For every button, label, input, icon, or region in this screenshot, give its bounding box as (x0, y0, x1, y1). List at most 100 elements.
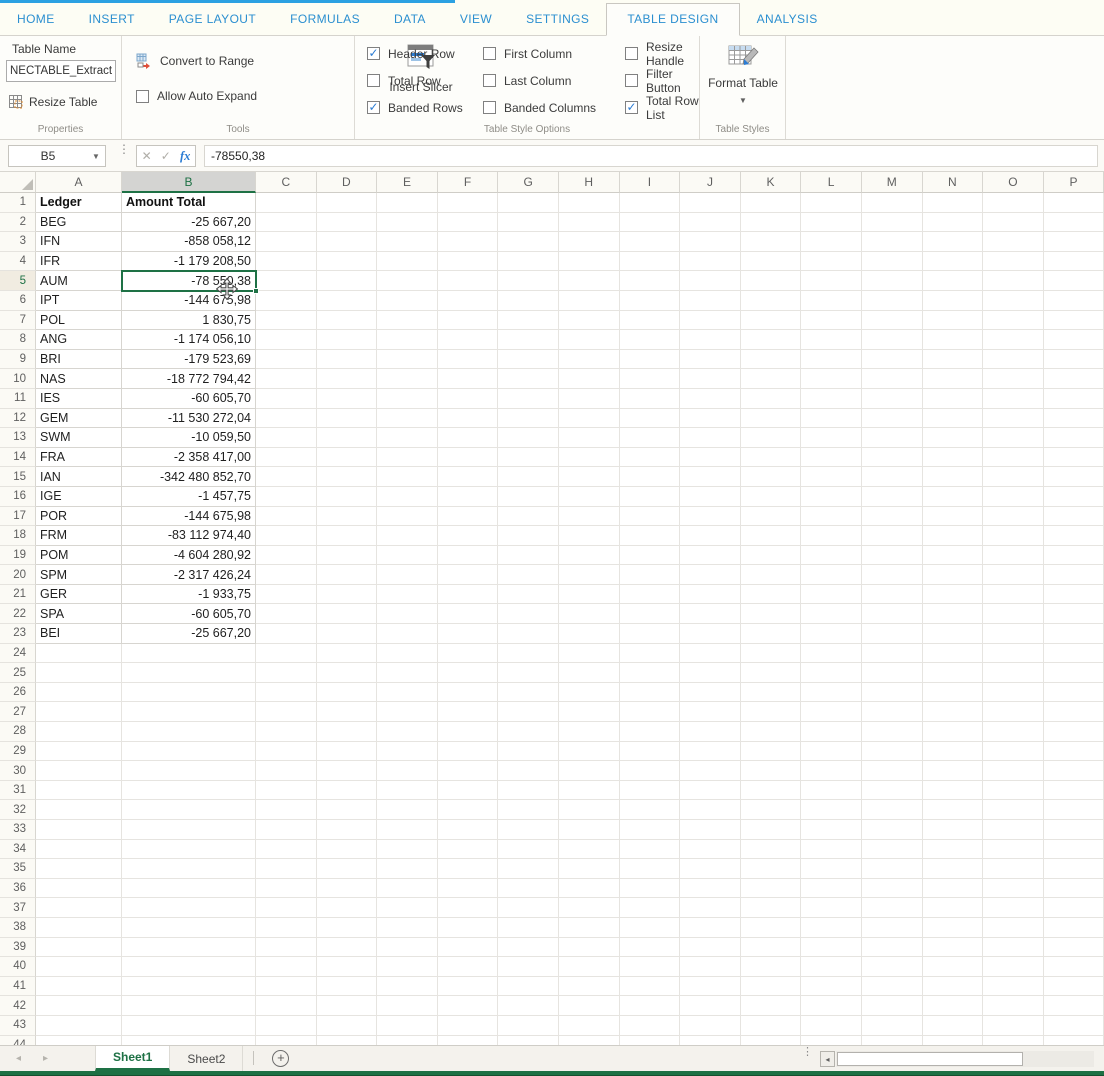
cell-I19[interactable] (620, 546, 681, 566)
cell-P7[interactable] (1044, 311, 1104, 331)
cell-C9[interactable] (256, 350, 317, 370)
cell-O14[interactable] (983, 448, 1044, 468)
cell-F43[interactable] (438, 1016, 499, 1036)
cell-I25[interactable] (620, 663, 681, 683)
cell-K25[interactable] (741, 663, 802, 683)
cell-B1[interactable]: Amount Total (122, 193, 256, 213)
cell-M14[interactable] (862, 448, 923, 468)
cell-O30[interactable] (983, 761, 1044, 781)
cell-I13[interactable] (620, 428, 681, 448)
cell-B37[interactable] (122, 898, 256, 918)
cell-I15[interactable] (620, 467, 681, 487)
cell-H27[interactable] (559, 702, 620, 722)
cell-D8[interactable] (317, 330, 378, 350)
cell-B19[interactable]: -4 604 280,92 (122, 546, 256, 566)
style-option-header-row[interactable]: Header Row (367, 47, 483, 61)
cell-E30[interactable] (377, 761, 438, 781)
style-option-filter-button[interactable]: Filter Button (625, 67, 699, 95)
cell-G13[interactable] (498, 428, 559, 448)
cell-H17[interactable] (559, 507, 620, 527)
cell-G10[interactable] (498, 369, 559, 389)
cell-L37[interactable] (801, 898, 862, 918)
cell-D21[interactable] (317, 585, 378, 605)
cell-G24[interactable] (498, 644, 559, 664)
cell-L9[interactable] (801, 350, 862, 370)
cell-O29[interactable] (983, 742, 1044, 762)
cell-D33[interactable] (317, 820, 378, 840)
cell-L14[interactable] (801, 448, 862, 468)
row-header-17[interactable]: 17 (0, 507, 36, 527)
cell-A39[interactable] (36, 938, 122, 958)
cell-P26[interactable] (1044, 683, 1104, 703)
cell-E2[interactable] (377, 213, 438, 233)
cell-O27[interactable] (983, 702, 1044, 722)
cell-F8[interactable] (438, 330, 499, 350)
cell-D17[interactable] (317, 507, 378, 527)
allow-auto-expand-checkbox[interactable] (136, 90, 149, 103)
cell-H29[interactable] (559, 742, 620, 762)
cell-B15[interactable]: -342 480 852,70 (122, 467, 256, 487)
row-header-34[interactable]: 34 (0, 840, 36, 860)
cell-A14[interactable]: FRA (36, 448, 122, 468)
row-header-41[interactable]: 41 (0, 977, 36, 997)
cell-J1[interactable] (680, 193, 741, 213)
cell-F24[interactable] (438, 644, 499, 664)
cell-C12[interactable] (256, 409, 317, 429)
cell-I23[interactable] (620, 624, 681, 644)
hscroll-left-icon[interactable]: ◂ (820, 1051, 835, 1067)
cell-E43[interactable] (377, 1016, 438, 1036)
cell-D11[interactable] (317, 389, 378, 409)
cell-K6[interactable] (741, 291, 802, 311)
cell-N15[interactable] (923, 467, 984, 487)
cell-E8[interactable] (377, 330, 438, 350)
cell-O10[interactable] (983, 369, 1044, 389)
cell-E6[interactable] (377, 291, 438, 311)
cell-O7[interactable] (983, 311, 1044, 331)
cell-F29[interactable] (438, 742, 499, 762)
cell-N9[interactable] (923, 350, 984, 370)
cell-A18[interactable]: FRM (36, 526, 122, 546)
cell-P6[interactable] (1044, 291, 1104, 311)
cell-M27[interactable] (862, 702, 923, 722)
cell-E13[interactable] (377, 428, 438, 448)
column-header-c[interactable]: C (256, 172, 317, 193)
cell-N10[interactable] (923, 369, 984, 389)
cell-A13[interactable]: SWM (36, 428, 122, 448)
ribbon-tab-table-design[interactable]: TABLE DESIGN (606, 3, 739, 36)
cell-H15[interactable] (559, 467, 620, 487)
cell-J11[interactable] (680, 389, 741, 409)
cell-I24[interactable] (620, 644, 681, 664)
cell-K20[interactable] (741, 565, 802, 585)
cell-P44[interactable] (1044, 1036, 1104, 1045)
cell-G11[interactable] (498, 389, 559, 409)
cell-L3[interactable] (801, 232, 862, 252)
cell-I44[interactable] (620, 1036, 681, 1045)
cell-G23[interactable] (498, 624, 559, 644)
cell-C36[interactable] (256, 879, 317, 899)
cell-P37[interactable] (1044, 898, 1104, 918)
cell-F2[interactable] (438, 213, 499, 233)
cell-L41[interactable] (801, 977, 862, 997)
cell-A41[interactable] (36, 977, 122, 997)
cell-L44[interactable] (801, 1036, 862, 1045)
row-header-22[interactable]: 22 (0, 604, 36, 624)
cell-C42[interactable] (256, 996, 317, 1016)
checkbox-icon[interactable] (367, 101, 380, 114)
cell-D37[interactable] (317, 898, 378, 918)
cell-F35[interactable] (438, 859, 499, 879)
cell-A43[interactable] (36, 1016, 122, 1036)
cell-K26[interactable] (741, 683, 802, 703)
row-header-26[interactable]: 26 (0, 683, 36, 703)
cell-A25[interactable] (36, 663, 122, 683)
cell-G7[interactable] (498, 311, 559, 331)
cell-I1[interactable] (620, 193, 681, 213)
cell-M22[interactable] (862, 604, 923, 624)
cell-E15[interactable] (377, 467, 438, 487)
enter-icon[interactable]: ✓ (161, 149, 171, 163)
cell-N17[interactable] (923, 507, 984, 527)
row-header-33[interactable]: 33 (0, 820, 36, 840)
cell-J3[interactable] (680, 232, 741, 252)
cell-M33[interactable] (862, 820, 923, 840)
cell-N13[interactable] (923, 428, 984, 448)
cell-C2[interactable] (256, 213, 317, 233)
